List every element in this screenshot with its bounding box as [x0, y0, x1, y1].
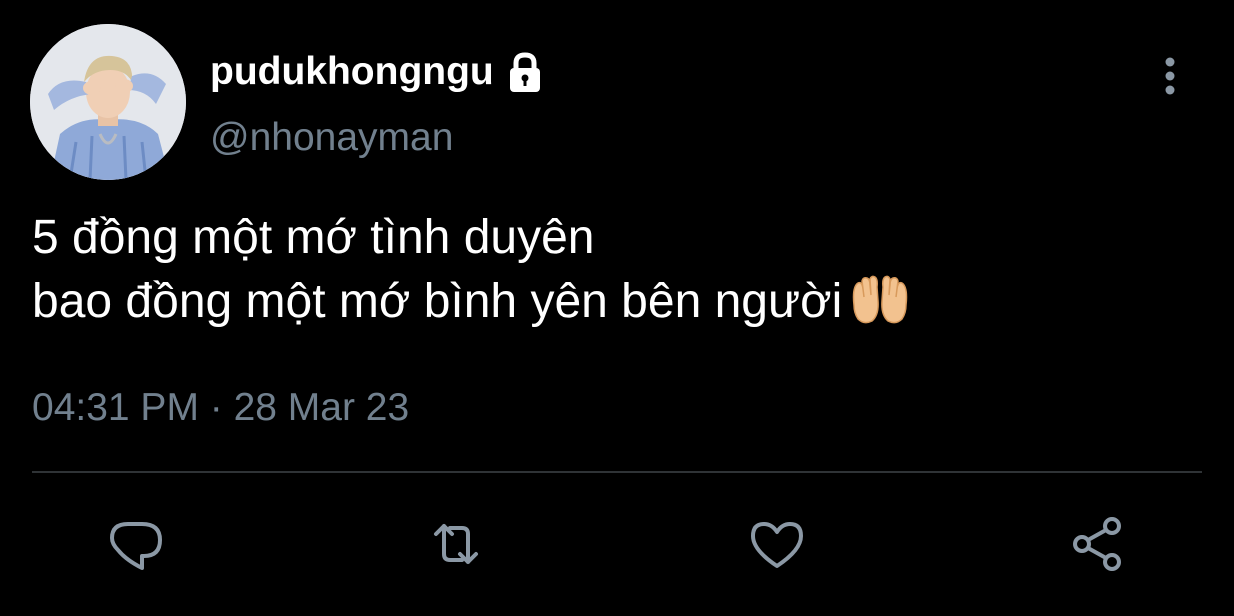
- reply-icon: [110, 522, 162, 570]
- user-handle[interactable]: @nhonayman: [210, 116, 453, 160]
- reply-button[interactable]: [104, 512, 168, 576]
- tweet-line-1: 5 đồng một mớ tình duyên: [32, 211, 595, 264]
- tweet-line-2-wrap: bao đồng một mớ bình yên bên người: [32, 270, 1192, 334]
- name-row: pudukhongngu: [210, 46, 548, 98]
- share-icon: [1073, 517, 1121, 571]
- like-button[interactable]: [745, 512, 809, 576]
- divider: [32, 471, 1202, 473]
- tweet-text: 5 đồng một mớ tình duyên bao đồng một mớ…: [32, 206, 1192, 334]
- avatar-photo: [30, 24, 186, 180]
- share-button[interactable]: [1066, 512, 1130, 576]
- more-vertical-icon[interactable]: [1152, 54, 1188, 98]
- lock-icon: [502, 49, 548, 95]
- palms-up-together-icon: [848, 275, 912, 325]
- tweet-timestamp[interactable]: 04:31 PM · 28 Mar 23: [32, 386, 409, 430]
- display-name[interactable]: pudukhongngu: [210, 50, 494, 94]
- avatar[interactable]: [30, 24, 186, 180]
- retweet-icon: [434, 524, 478, 564]
- retweet-button[interactable]: [424, 512, 488, 576]
- like-icon: [751, 522, 803, 568]
- tweet-line-2: bao đồng một mớ bình yên bên người: [32, 275, 843, 328]
